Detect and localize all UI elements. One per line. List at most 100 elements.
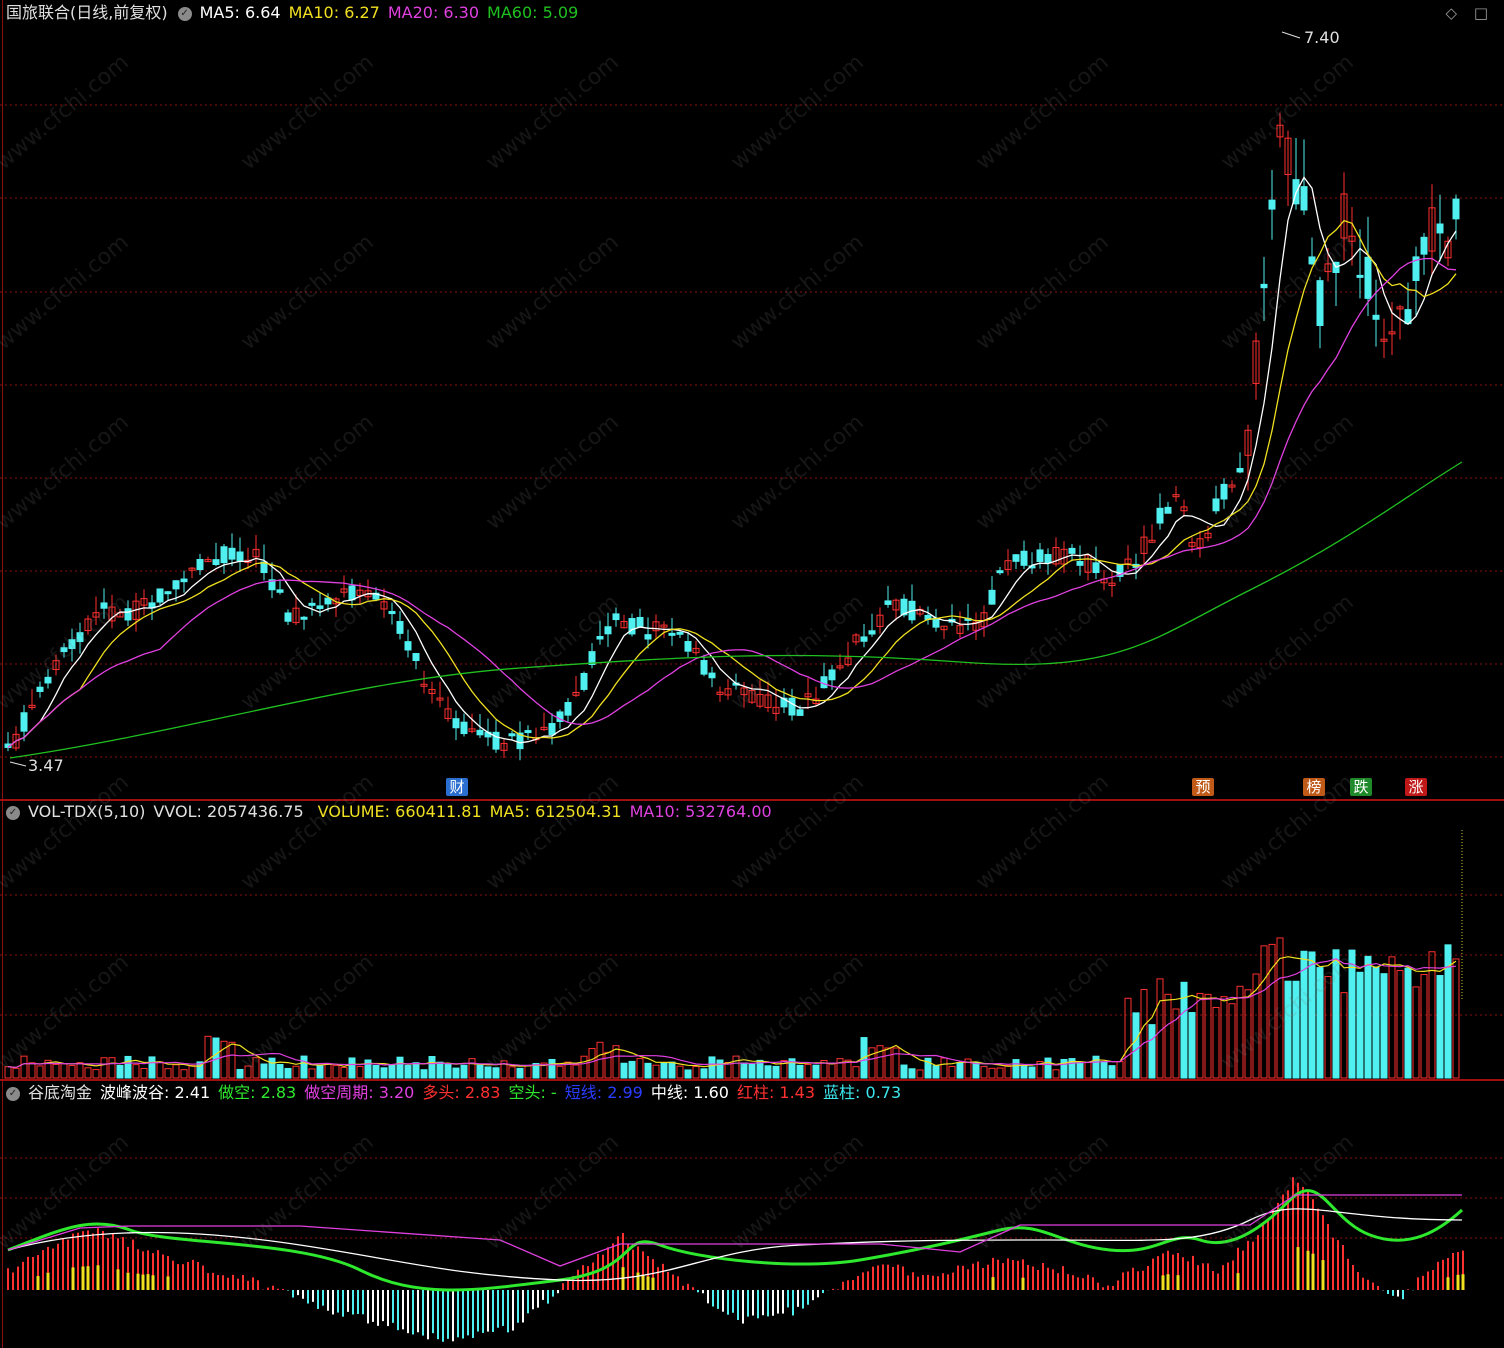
volume-bar [1116,1061,1124,1079]
candle-body [172,580,180,590]
volume-bar [244,1065,252,1079]
volume-bar [580,1055,588,1079]
candle-body [460,721,468,735]
volume-bar [668,1061,676,1079]
volume-indicator-name[interactable]: VOL-TDX(5,10) [28,802,145,821]
volume-bar [716,1059,724,1079]
volume-bar [100,1057,108,1079]
window-control-icons[interactable]: ◇ □ [1446,4,1494,22]
volume-chart[interactable] [0,800,1504,1080]
volume-bar [108,1057,116,1079]
volume-bar [1364,955,1372,1079]
volume-bar [332,1065,340,1079]
candle-body [796,709,804,716]
indicator-item: 空头: - [508,1083,557,1102]
volume-bar [1324,976,1332,1079]
volume-bar [316,1065,324,1079]
candle-body [36,686,44,692]
event-badge-limit-up[interactable]: 涨 [1405,778,1427,796]
volume-bar [20,1055,28,1079]
volume-bar [1388,956,1396,1079]
candle-body [388,610,396,615]
volume-bar [604,1051,612,1079]
volume-bar [484,1066,492,1079]
volume-bar [188,1065,196,1079]
candle-body [100,602,108,609]
volume-bar [140,1068,148,1079]
candle-body [68,639,76,650]
indicator-item: 做空周期: 3.20 [304,1083,415,1102]
candle-body [316,605,324,609]
event-badge-ranking[interactable]: 榜 [1303,778,1325,796]
volume-bar [900,1064,908,1079]
indicator-item: 做空: 2.83 [218,1083,297,1102]
volume-bar [308,1068,316,1079]
volume-bar [1436,975,1444,1079]
volume-bar [828,1063,836,1079]
volume-bar [1340,992,1348,1079]
candle-body [580,672,588,690]
volume-bar [980,1066,988,1079]
volume-bar [764,1065,772,1079]
volume-bar [132,1064,140,1079]
event-badge-finance[interactable]: 财 [446,778,468,796]
volume-bar [1028,1066,1036,1079]
candle-body [1316,280,1324,326]
event-badge-limit-down[interactable]: 跌 [1350,778,1372,796]
volume-bar [340,1066,348,1079]
volume-bar [516,1067,524,1079]
volume-bar [1108,1065,1116,1079]
volume-bar [724,1062,732,1079]
volume-bar [836,1058,844,1079]
candle-body [452,718,460,729]
candle-body [1436,223,1444,234]
event-badge-forecast[interactable]: 预 [1192,778,1214,796]
candle-body [300,616,308,620]
volume-bar [700,1068,708,1079]
volume-bar [356,1066,364,1079]
volume-bar [476,1064,484,1079]
volume-bar [1228,1003,1236,1079]
candle-body [644,634,652,640]
indicator-chart-pane[interactable]: ✓ 谷底淘金 波峰波谷: 2.41 做空: 2.83 做空周期: 3.20 多头: 2.8… [0,1080,1504,1348]
volume-bar [204,1035,212,1079]
candle-body [196,558,204,571]
volume-bar [396,1056,404,1079]
price-chart-pane[interactable]: 国旅联合(日线,前复权) ✓ MA5: 6.64 MA10: 6.27 MA20: 6.… [0,0,1504,800]
candle-body [708,672,716,679]
volume-bar [908,1068,916,1079]
volume-chart-pane[interactable]: ✓ VOL-TDX(5,10) VVOL: 2057436.75 VOLUME: 66… [0,800,1504,1080]
volume-bar [1100,1061,1108,1079]
settings-toggle-icon[interactable]: ✓ [6,1086,20,1101]
settings-toggle-icon[interactable]: ✓ [6,805,20,820]
volume-bar [1044,1057,1052,1079]
volume-bar [52,1063,60,1079]
price-chart-header: 国旅联合(日线,前复权) ✓ MA5: 6.64 MA10: 6.27 MA20: 6.… [6,2,586,24]
volume-bar [172,1064,180,1079]
volume-bar [1356,971,1364,1079]
stock-title[interactable]: 国旅联合(日线,前复权) [6,3,168,22]
volume-bar [372,1064,380,1079]
ma20-value: MA20: 6.30 [387,3,480,22]
volume-bar [148,1056,156,1079]
price-chart[interactable] [0,0,1504,800]
volume-bar [300,1055,308,1079]
volume-bar [620,1062,628,1079]
candle-body [220,546,228,564]
indicator-chart[interactable] [0,1080,1504,1348]
candle-body [156,588,164,603]
volume-bar [28,1062,36,1079]
volume-bar [652,1064,660,1079]
volume-bar [1380,973,1388,1079]
volume-bar [12,1067,20,1079]
candle-body [1420,236,1428,255]
candle-body [44,676,52,684]
candle-body [164,591,172,595]
indicator-name[interactable]: 谷底淘金 [28,1083,92,1102]
volume-bar [1404,967,1412,1079]
volume-bar [404,1064,412,1079]
volume-bar [60,1063,68,1079]
volume-bar [1020,1064,1028,1079]
settings-toggle-icon[interactable]: ✓ [177,6,192,21]
volume-bar [1412,986,1420,1079]
